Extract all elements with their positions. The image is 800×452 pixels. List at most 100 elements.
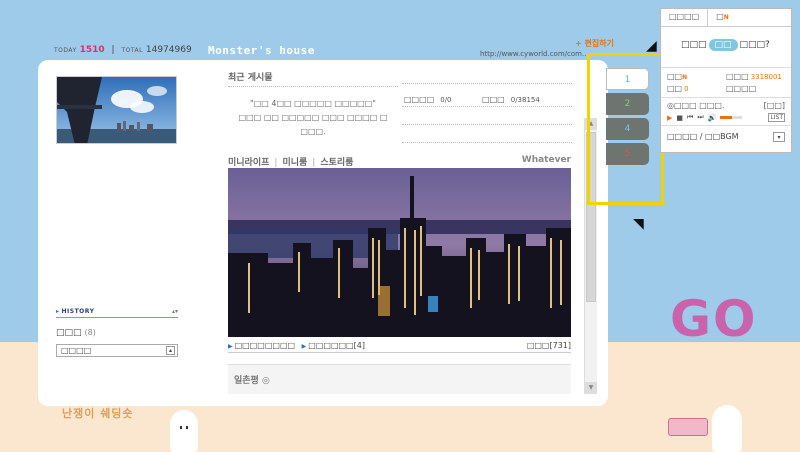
divider xyxy=(402,107,572,125)
recent-posts-body: "□□ 4□□ □□□□□ □□□□□" □□□ □□ □□□□□ □□□ □□… xyxy=(228,83,573,147)
widget-stat[interactable]: □□□ 3318001 xyxy=(726,72,785,81)
total-label: TOTAL xyxy=(121,47,143,54)
media-link[interactable]: □□□□□□□□ xyxy=(235,341,295,350)
track-button[interactable]: [□□] xyxy=(764,101,785,110)
recent-message-line: □□□. xyxy=(300,127,326,136)
media-right-label: Whatever xyxy=(521,155,571,165)
bgm-player: ◎□□□ □□□. [□□] ▶ ■ ⏮ ⏭ 🔊 LIST xyxy=(661,97,791,125)
scroll-down-arrow[interactable]: ▼ xyxy=(585,382,597,394)
tab-storyroom[interactable]: 스토리룸 xyxy=(320,158,353,168)
mini-widget: □□□□ □N □□□ □□ □□□? □□N □□□ 3318001 □□ 0 □□□… xyxy=(660,8,792,153)
new-badge: N xyxy=(682,74,688,81)
stat-value: 0 xyxy=(684,85,689,93)
track-title: ◎□□□ □□□. xyxy=(667,101,725,110)
question-text: □□□ xyxy=(681,40,707,50)
ghost-character xyxy=(712,405,742,452)
volume-slider[interactable] xyxy=(720,116,743,119)
edit-link[interactable]: + 편집하기 xyxy=(575,38,614,49)
history-header: HISTORY ▴▾ xyxy=(56,308,178,318)
question-pill[interactable]: □□ xyxy=(708,39,738,51)
tab-minilife[interactable]: 미니라이프 xyxy=(228,158,269,168)
next-icon[interactable]: ⏭ xyxy=(697,113,703,122)
tab-separator: | xyxy=(312,158,316,168)
spark-icon: ◢ xyxy=(646,38,657,54)
widget-stats: □□N □□□ 3318001 □□ 0 □□□□ xyxy=(661,67,791,97)
ghost-eye xyxy=(186,426,188,429)
stat1-label[interactable]: □□□□ xyxy=(404,95,434,104)
widget-stat[interactable]: □□ 0 xyxy=(667,84,726,93)
volume-icon: 🔊 xyxy=(707,113,717,122)
media-count[interactable]: □□□[731] xyxy=(527,341,571,350)
profile-photo[interactable] xyxy=(56,76,177,144)
footer-text: 난쟁이 쉐딩숏 xyxy=(62,407,134,420)
stat-label: □□□□ xyxy=(726,84,757,93)
stat-label: □□□ xyxy=(726,72,749,81)
history-select-value: □□□□ xyxy=(61,346,92,355)
tab-separator: | xyxy=(274,158,278,168)
stat-value: 3318001 xyxy=(750,73,782,81)
media-footer-links: ▶ □□□□□□□□ ▶ □□□□□□[4] xyxy=(228,341,365,350)
stop-icon[interactable]: ■ xyxy=(676,114,683,122)
stat2-value: 0/38154 xyxy=(510,96,540,104)
history-select-button[interactable]: ▴ xyxy=(166,346,175,355)
home-title: Monster's house xyxy=(208,44,315,57)
recent-message[interactable]: "□□ 4□□ □□□□□ □□□□□" □□□ □□ □□□□□ □□□ □□… xyxy=(228,97,398,139)
spark-icon: ◥ xyxy=(633,216,644,232)
bgm-label[interactable]: □□□□ / □□BGM xyxy=(667,132,739,142)
bgm-row: □□□□ / □□BGM ▾ xyxy=(661,125,791,142)
today-label: TODAY xyxy=(54,47,77,54)
media-link[interactable]: □□□□□□[4] xyxy=(308,341,365,350)
history-section: HISTORY ▴▾ □□□(8) □□□□ ▴ xyxy=(56,308,178,357)
stat-label: □□ xyxy=(667,84,683,93)
total-count: 14974969 xyxy=(145,45,192,55)
media-tabs: 미니라이프 | 미니룸 | 스토리룸 xyxy=(228,155,353,168)
widget-tab-active[interactable]: □□□□ xyxy=(661,9,709,26)
widget-tabs: □□□□ □N xyxy=(661,9,791,27)
recent-message-line: □□□ □□ □□□□□ □□□ □□□□ □ xyxy=(238,113,388,122)
bgm-dropdown-button[interactable]: ▾ xyxy=(773,132,785,142)
profile-column xyxy=(56,76,180,144)
recent-stats: □□□□ 0/0 □□□ 0/38154 xyxy=(402,93,572,143)
history-title: HISTORY xyxy=(56,308,94,315)
city-night-photo[interactable] xyxy=(228,168,571,337)
volume-fill xyxy=(720,116,733,119)
list-button[interactable]: LIST xyxy=(768,113,785,122)
history-item-label: □□□ xyxy=(56,328,82,338)
stat1-value: 0/0 xyxy=(440,96,452,104)
history-toggle-icon[interactable]: ▴▾ xyxy=(172,308,178,315)
media-footer: ▶ □□□□□□□□ ▶ □□□□□□[4] □□□[731] xyxy=(228,341,571,353)
history-item-count: (8) xyxy=(84,328,96,337)
recent-posts-title: 최근 게시물 xyxy=(228,70,398,87)
arrow-icon: ▶ xyxy=(228,343,233,350)
recent-posts: 최근 게시물 "□□ 4□□ □□□□□ □□□□□" □□□ □□ □□□□□… xyxy=(228,70,573,147)
widget-stat[interactable]: □□N xyxy=(667,72,726,81)
history-select[interactable]: □□□□ ▴ xyxy=(56,344,178,357)
prev-icon[interactable]: ⏮ xyxy=(687,113,693,122)
ghost-eye xyxy=(180,426,182,429)
widget-tab[interactable]: □N xyxy=(708,9,737,26)
question-text: □□□? xyxy=(739,40,770,50)
new-badge: N xyxy=(723,14,729,21)
divider xyxy=(402,125,572,143)
counter-separator: | xyxy=(111,45,115,55)
ilchon-comment-label[interactable]: 일촌평 ◎ xyxy=(234,376,270,386)
highlight-box xyxy=(587,53,664,205)
recent-message-line: "□□ 4□□ □□□□□ □□□□□" xyxy=(250,99,376,108)
player-controls: ▶ ■ ⏮ ⏭ 🔊 LIST xyxy=(667,113,785,122)
today-count: 1510 xyxy=(79,45,105,55)
go-text[interactable]: GO xyxy=(670,290,758,348)
ilchon-comment-box: 일촌평 ◎ xyxy=(228,364,571,394)
arrow-icon: ▶ xyxy=(301,343,307,350)
history-item[interactable]: □□□ (8) xyxy=(56,328,178,338)
divider xyxy=(402,83,572,84)
stats-row: □□□□ 0/0 □□□ 0/38154 xyxy=(402,93,572,107)
widget-stat[interactable]: □□□□ xyxy=(726,84,785,93)
play-icon[interactable]: ▶ xyxy=(667,114,672,122)
stat2-label[interactable]: □□□ xyxy=(482,95,505,104)
visitor-counter: TODAY 1510 | TOTAL 14974969 xyxy=(54,45,192,55)
camera-icon xyxy=(668,418,708,436)
ghost-character xyxy=(170,410,198,452)
widget-tab-label: □ xyxy=(716,12,724,21)
widget-question: □□□ □□ □□□? xyxy=(661,27,791,67)
tab-miniroom[interactable]: 미니룸 xyxy=(282,158,307,168)
